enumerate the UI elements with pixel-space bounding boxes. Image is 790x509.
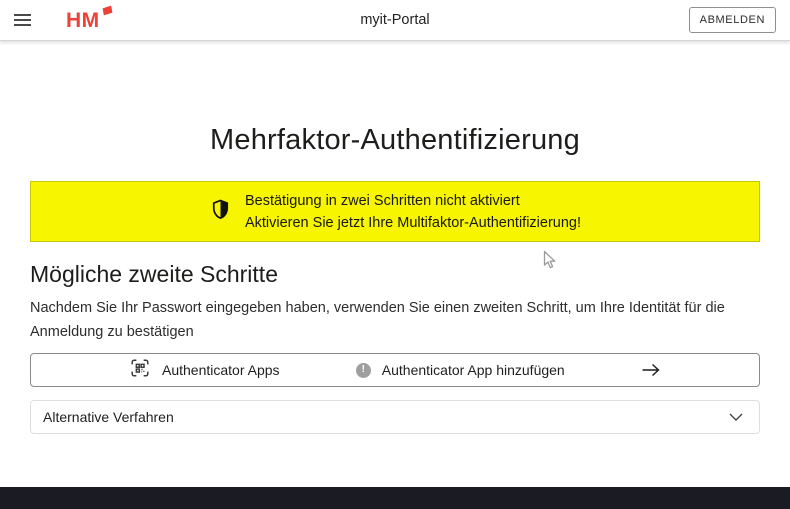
alert-line-2: Aktivieren Sie jetzt Ihre Multifaktor-Au…	[245, 212, 581, 234]
hamburger-icon	[14, 14, 31, 16]
authenticator-apps-row[interactable]: Authenticator Apps ! Authenticator App h…	[30, 353, 760, 387]
hm-logo-text: HM	[66, 9, 100, 32]
authenticator-status-label: Authenticator App hinzufügen	[382, 362, 565, 378]
logout-button[interactable]: ABMELDEN	[689, 7, 776, 33]
section-heading: Mögliche zweite Schritte	[30, 260, 760, 288]
info-icon: !	[356, 363, 371, 378]
chevron-down-icon	[729, 408, 743, 426]
app-title: myit-Portal	[0, 12, 790, 28]
qr-code-scanner-icon	[129, 357, 151, 384]
app-header: HM myit-Portal ABMELDEN	[0, 0, 790, 41]
authenticator-status-cell: ! Authenticator App hinzufügen	[356, 362, 565, 378]
alternative-methods-label: Alternative Verfahren	[43, 409, 174, 425]
shield-half-icon	[209, 198, 232, 226]
page-title: Mehrfaktor-Authentifizierung	[30, 121, 760, 159]
hm-logo[interactable]: HM	[66, 10, 100, 31]
main-content: Mehrfaktor-Authentifizierung Bestätigung…	[30, 121, 760, 434]
arrow-right-icon[interactable]	[641, 362, 661, 378]
menu-button[interactable]	[14, 6, 42, 34]
footer-bar	[0, 487, 790, 509]
alert-line-1: Bestätigung in zwei Schritten nicht akti…	[245, 190, 581, 212]
alert-text: Bestätigung in zwei Schritten nicht akti…	[245, 190, 581, 234]
authenticator-apps-label: Authenticator Apps	[162, 362, 280, 378]
mfa-alert-banner: Bestätigung in zwei Schritten nicht akti…	[30, 181, 760, 242]
authenticator-label-cell: Authenticator Apps	[129, 357, 280, 384]
section-description: Nachdem Sie Ihr Passwort eingegeben habe…	[30, 296, 760, 344]
alternative-methods-row[interactable]: Alternative Verfahren	[30, 400, 760, 434]
hm-flag-icon	[102, 5, 112, 15]
